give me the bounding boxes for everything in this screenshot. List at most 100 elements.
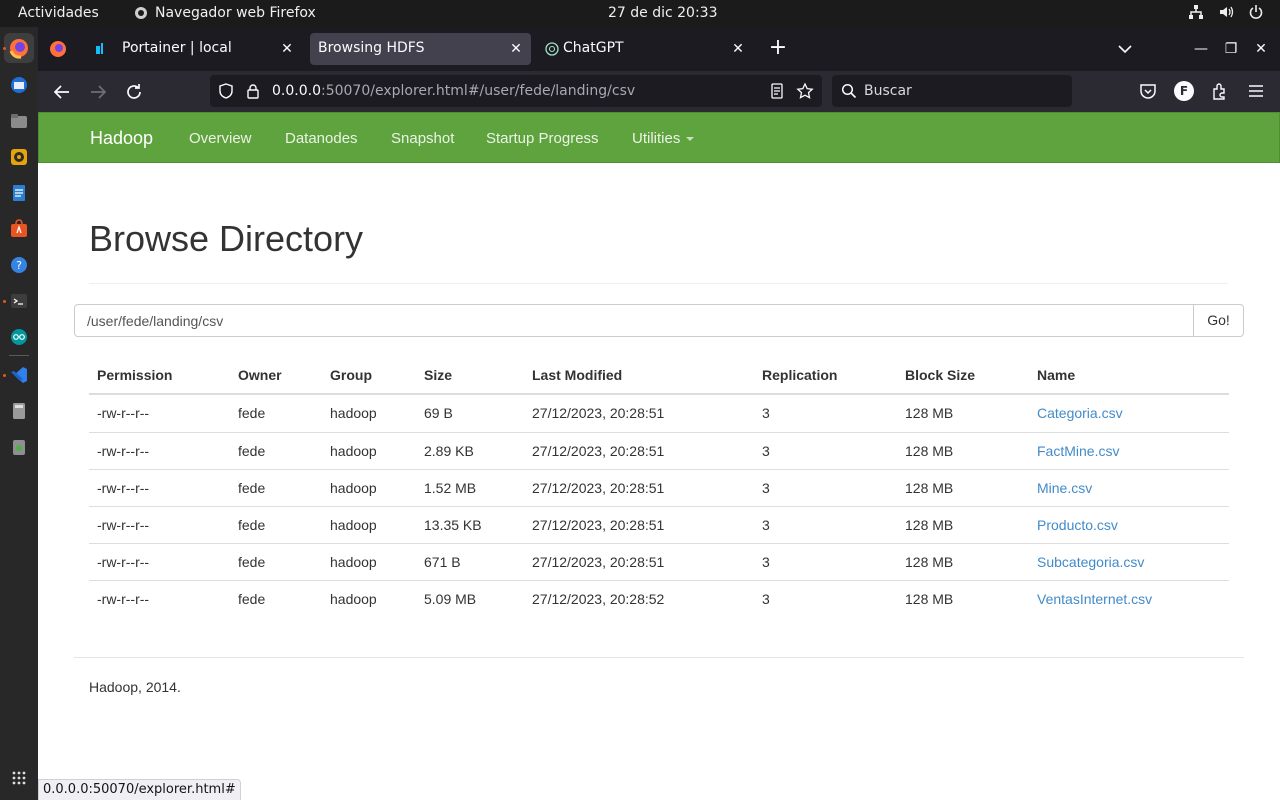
dock-trash[interactable]	[8, 436, 30, 458]
file-name-link[interactable]: Producto.csv	[1037, 517, 1118, 533]
new-tab-button[interactable]: +	[766, 37, 790, 61]
file-name-link[interactable]: FactMine.csv	[1037, 443, 1119, 459]
table-cell: fede	[238, 443, 266, 459]
file-name-link[interactable]: VentasInternet.csv	[1037, 591, 1152, 607]
url-bar[interactable]: 0.0.0.0:50070/explorer.html#/user/fede/l…	[210, 75, 822, 107]
minimize-button[interactable]: —	[1191, 39, 1211, 59]
table-row: -rw-r--r-- fede hadoop 13.35 KB 27/12/2023, …	[89, 506, 1229, 543]
tab-close-icon[interactable]: ✕	[507, 40, 525, 58]
restore-button[interactable]: ❐	[1221, 39, 1241, 59]
table-cell: 3	[762, 405, 770, 421]
column-header[interactable]: Replication	[762, 367, 837, 383]
table-cell: 5.09 MB	[424, 591, 477, 607]
url-text[interactable]: 0.0.0.0:50070/explorer.html#/user/fede/l…	[272, 83, 635, 99]
link-status-tooltip: 0.0.0.0:50070/explorer.html#	[38, 779, 241, 800]
clock[interactable]: 27 de dic 20:33	[608, 5, 717, 21]
table-cell: 128 MB	[905, 443, 954, 459]
table-cell: 3	[762, 554, 770, 570]
app-menu[interactable]: Navegador web Firefox	[134, 5, 316, 21]
power-icon[interactable]	[1248, 4, 1264, 20]
search-placeholder: Buscar	[864, 83, 912, 99]
table-cell: hadoop	[330, 443, 377, 459]
column-header[interactable]: Owner	[238, 367, 282, 383]
reader-mode-icon[interactable]	[768, 82, 786, 100]
dock-firefox[interactable]	[4, 33, 34, 63]
dock-vscode[interactable]	[8, 364, 30, 386]
table-cell: hadoop	[330, 517, 377, 533]
dock-rhythmbox[interactable]	[8, 146, 30, 168]
dock-software[interactable]	[8, 218, 30, 240]
trash-icon	[13, 440, 25, 455]
column-header[interactable]: Name	[1037, 367, 1075, 383]
reload-icon[interactable]	[123, 81, 145, 103]
lock-insecure-icon[interactable]	[244, 82, 262, 100]
terminal-icon	[11, 294, 27, 308]
table-cell: -rw-r--r--	[97, 517, 150, 533]
tab-close-icon[interactable]: ✕	[278, 40, 296, 58]
account-avatar[interactable]: F	[1174, 81, 1194, 101]
close-window-button[interactable]: ✕	[1251, 39, 1271, 59]
table-cell: fede	[238, 591, 266, 607]
table-row: -rw-r--r-- fede hadoop 671 B 27/12/2023, 20:…	[89, 543, 1229, 580]
table-cell: -rw-r--r--	[97, 405, 150, 421]
dock-arduino[interactable]	[8, 326, 30, 348]
tab-browsing-hdfs[interactable]: Browsing HDFS ✕	[310, 33, 531, 65]
back-arrow-icon[interactable]	[51, 81, 73, 103]
network-icon[interactable]	[1188, 4, 1204, 20]
footer-divider	[74, 657, 1244, 658]
go-button[interactable]: Go!	[1193, 304, 1244, 337]
column-header[interactable]: Block Size	[905, 367, 975, 383]
file-name-link[interactable]: Categoria.csv	[1037, 405, 1123, 421]
dock-thunderbird[interactable]	[8, 74, 30, 96]
table-cell: 13.35 KB	[424, 517, 482, 533]
search-bar[interactable]: Buscar	[832, 75, 1072, 107]
column-header[interactable]: Group	[330, 367, 372, 383]
table-cell: 2.89 KB	[424, 443, 474, 459]
nav-snapshot[interactable]: Snapshot	[391, 130, 454, 147]
table-cell: hadoop	[330, 554, 377, 570]
tab-portainer[interactable]: Portainer | local ✕	[84, 33, 302, 65]
file-name-link[interactable]: Mine.csv	[1037, 480, 1092, 496]
bookmark-star-icon[interactable]	[796, 82, 814, 100]
volume-icon[interactable]	[1218, 4, 1234, 20]
activities-button[interactable]: Actividades	[18, 5, 99, 21]
dock-writer[interactable]	[8, 182, 30, 204]
column-header[interactable]: Permission	[97, 367, 172, 383]
pocket-icon[interactable]	[1138, 81, 1158, 101]
dock-help[interactable]: ?	[8, 254, 30, 276]
forward-arrow-icon[interactable]	[87, 81, 109, 103]
page-viewport: Hadoop Overview Datanodes Snapshot Start…	[38, 112, 1280, 800]
nav-utilities[interactable]: Utilities	[632, 130, 695, 147]
table-row: -rw-r--r-- fede hadoop 69 B 27/12/2023, 20:2…	[89, 395, 1229, 432]
shield-icon[interactable]	[217, 82, 235, 100]
tab-chatgpt[interactable]: ChatGPT ✕	[535, 33, 753, 65]
nav-datanodes[interactable]: Datanodes	[285, 130, 358, 147]
firefox-view-icon[interactable]	[48, 39, 68, 59]
hadoop-brand-link[interactable]: Hadoop	[90, 128, 153, 149]
nav-utilities-label: Utilities	[632, 130, 681, 147]
column-header[interactable]: Size	[424, 367, 452, 383]
table-row: -rw-r--r-- fede hadoop 1.52 MB 27/12/2023, 2…	[89, 469, 1229, 506]
nav-startup-progress[interactable]: Startup Progress	[486, 130, 599, 147]
chevron-down-icon[interactable]	[1115, 39, 1135, 59]
dock-calc[interactable]	[8, 400, 30, 422]
table-cell: 3	[762, 443, 770, 459]
show-apps-button[interactable]	[11, 770, 27, 790]
page-footer: Hadoop, 2014.	[89, 679, 181, 695]
tab-close-icon[interactable]: ✕	[729, 40, 747, 58]
directory-path-input[interactable]	[74, 304, 1194, 337]
dock-running-indicator	[3, 47, 6, 50]
nav-overview[interactable]: Overview	[189, 130, 252, 147]
table-cell: 128 MB	[905, 517, 954, 533]
file-name-link[interactable]: Subcategoria.csv	[1037, 554, 1144, 570]
dock-files[interactable]	[8, 110, 30, 132]
column-header[interactable]: Last Modified	[532, 367, 622, 383]
hamburger-menu-icon[interactable]	[1246, 81, 1266, 101]
table-cell: 27/12/2023, 20:28:52	[532, 591, 665, 607]
browser-tab-bar: Portainer | local ✕ Browsing HDFS ✕ Chat…	[38, 27, 1280, 71]
system-tray[interactable]	[1188, 4, 1264, 20]
extensions-icon[interactable]	[1210, 81, 1230, 101]
firefox-small-icon	[135, 7, 147, 19]
dock-terminal[interactable]	[8, 290, 30, 312]
table-cell: 1.52 MB	[424, 480, 477, 496]
